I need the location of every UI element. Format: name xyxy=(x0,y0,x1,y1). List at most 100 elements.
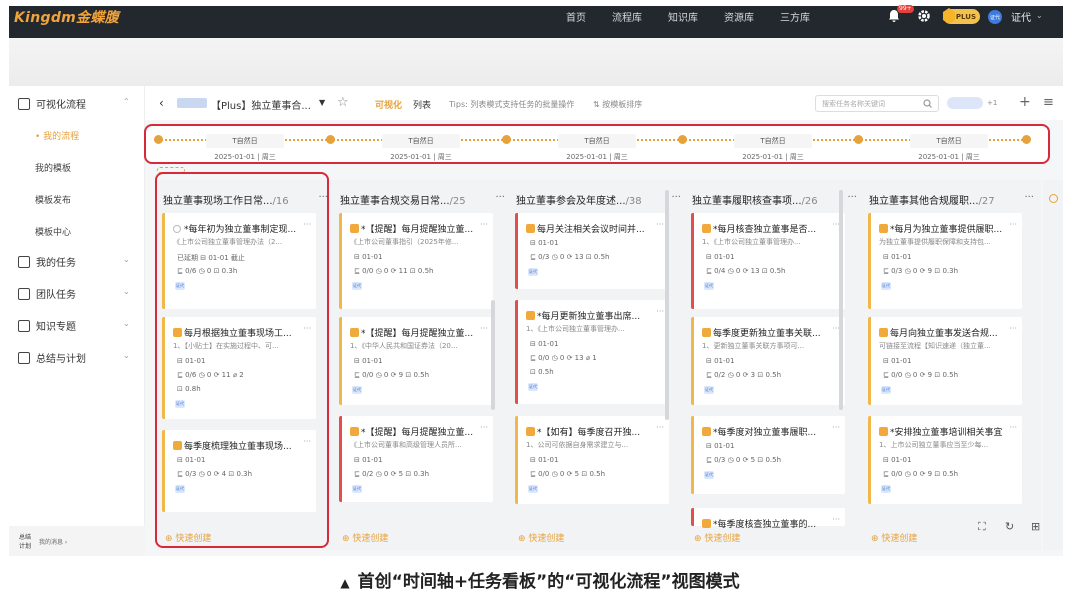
task-card[interactable]: 每季度更新独立董事关联... ··· 1、更新独立董事关联方事项可... ⊟ 01-0… xyxy=(691,317,845,405)
sidebar-item[interactable]: 知识专题 xyxy=(18,318,76,333)
task-title[interactable]: *【提醒】每月提醒独立董... xyxy=(350,425,479,438)
more-icon[interactable]: ··· xyxy=(495,192,505,203)
my-messages-link[interactable]: 我的消息 › xyxy=(39,537,67,546)
column-title[interactable]: 独立董事合规交易日常.../25 xyxy=(340,192,466,207)
task-title[interactable]: 每月向独立董事发送合规... xyxy=(879,326,1008,339)
refresh-icon[interactable]: ↻ xyxy=(1005,520,1014,533)
task-title[interactable]: 每季度更新独立董事关联... xyxy=(702,326,831,339)
more-icon[interactable]: ··· xyxy=(480,423,488,432)
task-card[interactable]: *安排独立董事培训相关事宜 ··· 1、上市公司独立董事应当至少每... ⊟ 01-0… xyxy=(868,416,1022,504)
search-input[interactable]: 搜索任务名称关键词 xyxy=(815,95,939,112)
sidebar-subitem[interactable]: • 我的流程 xyxy=(35,129,79,142)
more-icon[interactable]: ··· xyxy=(656,423,664,432)
member-avatars[interactable] xyxy=(947,97,983,109)
assignee-chip[interactable]: 证代 xyxy=(528,485,538,493)
task-card[interactable]: *每月核查独立董事是否... ··· 1、《上市公司独立董事管理办... ⊟ 01-0… xyxy=(691,213,845,309)
task-card[interactable]: *【提醒】每月提醒独立董... ··· 1、《中华人民共和国证券法（20... ⊟ 0… xyxy=(339,317,493,405)
more-icon[interactable]: ··· xyxy=(1009,423,1017,432)
sort-by-template[interactable]: ⇅ 按模板排序 xyxy=(593,99,642,110)
assignee-chip[interactable]: 证代 xyxy=(528,383,538,391)
task-title[interactable]: *【提醒】每月提醒独立董... xyxy=(350,326,479,339)
more-icon[interactable]: ··· xyxy=(1024,192,1034,203)
scrollbar[interactable] xyxy=(665,190,669,420)
assignee-chip[interactable]: 证代 xyxy=(704,471,714,479)
task-title[interactable]: *每月为独立董事提供履职... xyxy=(879,222,1008,235)
task-title[interactable]: *安排独立董事培训相关事宜 xyxy=(879,425,1008,438)
quick-create-button[interactable]: ⊕ 快速创建 xyxy=(342,531,388,544)
view-list-tab[interactable]: 列表 xyxy=(413,98,431,111)
sidebar-item[interactable]: 可视化流程 xyxy=(18,96,86,111)
more-icon[interactable]: ··· xyxy=(656,307,664,316)
more-icon[interactable]: ··· xyxy=(1009,324,1017,333)
task-card[interactable]: *每月更新独立董事出席... ··· 1、《上市公司独立董事管理办... ⊟ 01-0… xyxy=(515,300,669,404)
task-card[interactable]: *每季度核查独立董事的... ··· xyxy=(691,508,845,530)
task-title[interactable]: *【如有】每季度召开独... xyxy=(526,425,655,438)
chevron-icon[interactable]: ⌄ xyxy=(123,287,130,296)
task-card[interactable]: *每月为独立董事提供履职... ··· 为独立董事提供履职保障和支持包... ⊟ 01… xyxy=(868,213,1022,309)
chevron-icon[interactable]: ⌄ xyxy=(123,351,130,360)
back-button[interactable]: ‹ xyxy=(159,96,164,110)
chevron-icon[interactable]: ⌄ xyxy=(123,319,130,328)
avatar[interactable]: 证代 xyxy=(988,10,1002,24)
task-title[interactable]: *【提醒】每月提醒独立董... xyxy=(350,222,479,235)
more-icon[interactable]: ··· xyxy=(847,192,857,203)
assignee-chip[interactable]: 证代 xyxy=(881,386,891,394)
sidebar-item[interactable]: 我的任务 xyxy=(18,254,76,269)
book-icon[interactable]: ⊞ xyxy=(1031,520,1040,533)
assignee-chip[interactable]: 证代 xyxy=(352,282,362,290)
task-card[interactable]: *每季度对独立董事履职... ··· ⊟ 01-01 ⊑ 0/3 ◷ 0 ⟳ 5 ⊡ … xyxy=(691,416,845,494)
column-title[interactable]: 独立董事其他合规履职.../27 xyxy=(869,192,995,207)
more-icon[interactable]: ··· xyxy=(671,192,681,203)
sidebar-item[interactable]: 总结与计划 xyxy=(18,350,86,365)
more-icon[interactable]: ··· xyxy=(1009,220,1017,229)
search-icon[interactable] xyxy=(923,99,932,108)
quick-create-button[interactable]: ⊕ 快速创建 xyxy=(518,531,564,544)
assignee-chip[interactable]: 证代 xyxy=(704,386,714,394)
assignee-chip[interactable]: 证代 xyxy=(704,282,714,290)
quick-create-button[interactable]: ⊕ 快速创建 xyxy=(871,531,917,544)
task-card[interactable]: 每月向独立董事发送合规... ··· 可链接至流程【知识速递（独立董... ⊟ 01-… xyxy=(868,317,1022,405)
task-title[interactable]: *每月核查独立董事是否... xyxy=(702,222,831,235)
more-icon[interactable]: ··· xyxy=(480,220,488,229)
assignee-chip[interactable]: 证代 xyxy=(352,485,362,493)
scrollbar[interactable] xyxy=(839,190,843,410)
sidebar-subitem[interactable]: 模板发布 xyxy=(35,193,71,206)
topnav-item[interactable]: 首页 xyxy=(566,9,586,24)
assignee-chip[interactable]: 证代 xyxy=(528,268,538,276)
task-card[interactable]: *【提醒】每月提醒独立董... ··· 《上市公司董事指引（2025年修... ⊟ 0… xyxy=(339,213,493,309)
column-title[interactable]: 独立董事参会及年度述.../38 xyxy=(516,192,642,207)
topnav-item[interactable]: 流程库 xyxy=(612,9,642,24)
assignee-chip[interactable]: 证代 xyxy=(881,282,891,290)
more-icon[interactable]: ··· xyxy=(832,423,840,432)
user-name[interactable]: 证代 xyxy=(1011,9,1031,24)
task-title[interactable]: *每月更新独立董事出席... xyxy=(526,309,655,322)
task-card[interactable]: *【如有】每季度召开独... ··· 1、公司可依据自身需求建立与... ⊟ 01-0… xyxy=(515,416,669,504)
flow-title[interactable]: 【Plus】独立董事合... xyxy=(211,97,311,112)
chevron-icon[interactable]: ⌃ xyxy=(123,97,130,106)
column-title[interactable]: 独立董事履职核查事项.../26 xyxy=(692,192,818,207)
fit-screen-icon[interactable]: ⛶ xyxy=(978,520,986,534)
task-card[interactable]: 每月关注相关会议时间并... ··· ⊟ 01-01 ⊑ 0/3 ◷ 0 ⟳ 13 ⊡… xyxy=(515,213,669,289)
add-circle-icon[interactable] xyxy=(1049,194,1058,203)
scrollbar[interactable] xyxy=(491,300,495,410)
sidebar-subitem[interactable]: 模板中心 xyxy=(35,225,71,238)
kingdee-logo[interactable]: Kingdm金蝶腹 xyxy=(14,7,119,27)
assignee-chip[interactable]: 证代 xyxy=(881,485,891,493)
gear-icon[interactable] xyxy=(917,9,931,23)
chevron-icon[interactable]: ⌄ xyxy=(123,255,130,264)
topnav-item[interactable]: 知识库 xyxy=(668,9,698,24)
add-button[interactable]: + xyxy=(1019,94,1031,110)
assignee-chip[interactable]: 证代 xyxy=(352,386,362,394)
view-visual-tab[interactable]: 可视化 xyxy=(375,98,402,111)
more-icon[interactable]: ··· xyxy=(832,515,840,524)
title-dropdown-icon[interactable]: ▼ xyxy=(319,98,325,107)
topnav-item[interactable]: 资源库 xyxy=(724,9,754,24)
topnav-item[interactable]: 三方库 xyxy=(780,9,810,24)
sidebar-item[interactable]: 团队任务 xyxy=(18,286,76,301)
quick-create-button[interactable]: ⊕ 快速创建 xyxy=(694,531,740,544)
more-icon[interactable]: ··· xyxy=(656,220,664,229)
more-icon[interactable]: ··· xyxy=(480,324,488,333)
member-count[interactable]: +1 xyxy=(987,99,997,107)
task-title[interactable]: *每季度对独立董事履职... xyxy=(702,425,831,438)
task-title[interactable]: *每季度核查独立董事的... xyxy=(702,517,831,530)
